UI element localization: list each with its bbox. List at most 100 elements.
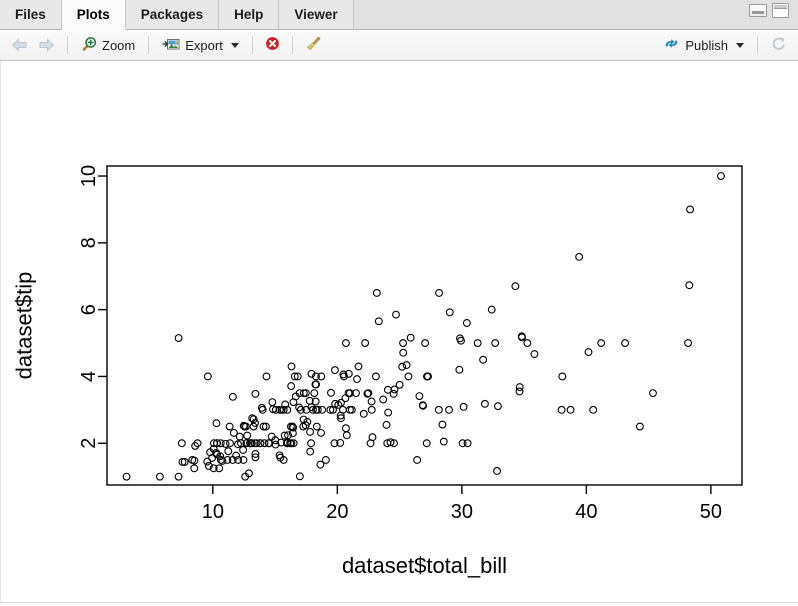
toolbar-separator: [148, 36, 150, 54]
data-point: [473, 339, 482, 347]
refresh-button[interactable]: [765, 33, 792, 57]
data-point: [342, 431, 351, 440]
x-axis-title: dataset$total_bill: [342, 553, 507, 578]
plot-frame: [106, 165, 743, 486]
data-point: [511, 282, 520, 291]
y-tick-label: 8: [78, 237, 100, 248]
data-point: [374, 317, 383, 326]
tab-plots[interactable]: Plots: [61, 0, 126, 30]
y-tick-label: 2: [78, 438, 100, 449]
data-point: [589, 405, 598, 414]
data-point: [341, 424, 350, 433]
data-point: [479, 355, 488, 364]
data-point: [455, 365, 464, 374]
data-point: [584, 348, 593, 357]
data-point: [530, 350, 539, 359]
tab-packages[interactable]: Packages: [125, 0, 220, 29]
data-point: [174, 472, 183, 481]
data-point: [226, 439, 234, 448]
remove-plot-button[interactable]: [260, 34, 285, 56]
tab-packages-label: Packages: [140, 7, 204, 22]
minimize-pane-icon[interactable]: [749, 4, 767, 17]
data-point: [685, 281, 694, 290]
data-point: [382, 420, 391, 429]
data-point: [235, 432, 244, 441]
data-point: [225, 422, 234, 431]
data-point: [413, 456, 422, 464]
chevron-down-icon[interactable]: [736, 42, 744, 48]
data-point: [459, 402, 468, 411]
tab-files[interactable]: Files: [0, 0, 62, 29]
data-point: [287, 382, 296, 391]
y-tick-label: 6: [78, 304, 100, 315]
data-point: [287, 362, 296, 371]
data-point: [422, 439, 431, 448]
data-point: [415, 392, 424, 401]
data-points: [122, 172, 725, 481]
back-button[interactable]: [6, 36, 33, 54]
data-point: [190, 464, 199, 473]
tab-plots-label: Plots: [76, 7, 110, 22]
data-point: [398, 362, 407, 371]
data-point: [435, 288, 444, 297]
viewport-bottom-edge: [0, 602, 798, 606]
x-tick-label: 20: [326, 501, 348, 523]
data-point: [445, 308, 454, 317]
chevron-down-icon[interactable]: [230, 42, 239, 48]
data-point: [597, 339, 606, 347]
forward-button[interactable]: [33, 36, 60, 54]
remove-plot-icon: [265, 36, 280, 54]
tab-help[interactable]: Help: [219, 0, 280, 29]
publish-icon: [663, 36, 680, 54]
data-point: [491, 339, 500, 347]
data-point: [445, 405, 453, 414]
data-point: [268, 398, 277, 407]
data-point: [372, 288, 381, 297]
data-point: [177, 439, 186, 448]
maximize-pane-icon[interactable]: [772, 3, 789, 18]
data-point: [299, 422, 308, 431]
scatter-plot: 10 20 30 40 50 2 4 6 8 10 dataset$total_bill datase…: [12, 165, 743, 578]
data-point: [367, 405, 376, 414]
plots-toolbar: Zoom Export Publish: [0, 30, 798, 61]
data-point: [575, 252, 584, 261]
tab-viewer-label: Viewer: [294, 7, 338, 22]
data-point: [310, 389, 319, 398]
tabstrip-filler: [353, 0, 749, 29]
data-point: [395, 380, 404, 389]
data-point: [438, 420, 447, 429]
zoom-button[interactable]: Zoom: [75, 34, 141, 57]
data-point: [341, 339, 350, 347]
data-point: [404, 372, 413, 381]
data-point: [717, 172, 725, 180]
magnifier-plus-icon: [81, 36, 97, 55]
publish-button[interactable]: Publish: [657, 34, 750, 56]
data-point: [523, 339, 532, 347]
export-button[interactable]: Export: [156, 34, 245, 57]
data-point: [456, 334, 464, 343]
data-point: [480, 399, 489, 408]
data-point: [371, 372, 380, 381]
data-point: [493, 467, 502, 475]
pane-window-controls: [749, 0, 798, 29]
data-point: [684, 339, 693, 347]
toolbar-separator: [251, 36, 253, 54]
clear-all-plots-button[interactable]: [300, 33, 327, 57]
rstudio-plots-pane: Files Plots Packages Help Viewer Zoom Ex…: [0, 0, 798, 606]
data-point: [406, 333, 415, 342]
y-axis-title: dataset$tip: [12, 272, 37, 380]
toolbar-separator: [291, 36, 293, 54]
data-point: [174, 334, 183, 342]
data-point: [392, 310, 400, 319]
data-point: [122, 472, 131, 481]
data-point: [251, 389, 260, 398]
data-point: [353, 375, 361, 384]
broom-clear-all-icon: [305, 35, 322, 55]
data-point: [203, 372, 212, 381]
x-tick-label: 30: [451, 501, 473, 523]
zoom-button-label: Zoom: [102, 37, 136, 53]
data-point: [439, 437, 448, 446]
right-arrow-icon: [38, 38, 55, 52]
tab-viewer[interactable]: Viewer: [279, 0, 354, 29]
data-point: [384, 408, 393, 417]
